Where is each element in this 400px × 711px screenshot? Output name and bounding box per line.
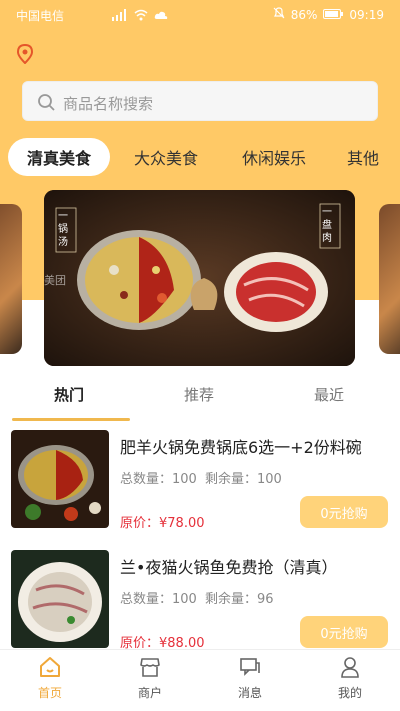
tabbar-profile[interactable]: 我的: [320, 656, 380, 701]
tabbar-messages-label: 消息: [237, 686, 262, 700]
battery-icon: [323, 8, 344, 22]
tabbar-store-label: 商户: [137, 686, 162, 700]
clock-label: 09:19: [349, 7, 384, 22]
battery-label: 86%: [290, 7, 318, 22]
banner-image[interactable]: 一锅汤 一盘肉 美团: [44, 190, 355, 366]
signal-icon: [112, 9, 128, 24]
home-icon: [20, 656, 80, 678]
bottom-tab-bar: 首页 商户 消息 我的: [0, 649, 400, 711]
cloud-icon: [154, 9, 168, 24]
product-quantity: 总数量：100 剩余量：96: [120, 588, 274, 607]
status-icons: [112, 9, 168, 24]
remain-label: 剩余量：: [204, 472, 257, 487]
search-icon: [37, 93, 55, 111]
banner-next-card[interactable]: [379, 204, 400, 354]
search-input[interactable]: 商品名称搜索: [63, 93, 153, 114]
category-nav: 清真美食 大众美食 休闲娱乐 其他: [0, 138, 400, 178]
banner-left-vertical-text: 一锅汤: [58, 211, 68, 248]
mute-icon: [273, 7, 285, 22]
active-tab-indicator: [12, 418, 130, 421]
tabbar-home-label: 首页: [37, 686, 62, 700]
total-value: 100: [172, 592, 197, 607]
banner-right-vertical-text: 一盘肉: [322, 207, 332, 244]
category-popular-food[interactable]: 大众美食: [122, 138, 210, 176]
product-thumbnail[interactable]: [11, 430, 109, 528]
content-tabs: 热门 推荐 最近: [0, 378, 400, 422]
location-pin-icon[interactable]: [16, 43, 34, 65]
product-title[interactable]: 兰•夜猫火锅鱼免费抢（清真）: [120, 554, 337, 578]
total-label: 总数量：: [120, 472, 173, 487]
grab-button[interactable]: 0元抢购: [300, 496, 388, 528]
product-title[interactable]: 肥羊火锅免费锅底6选一+2份料碗: [120, 434, 362, 458]
category-leisure[interactable]: 休闲娱乐: [226, 138, 322, 176]
category-other[interactable]: 其他: [340, 138, 386, 176]
banner-prev-card[interactable]: [0, 204, 22, 354]
category-halal-food[interactable]: 清真美食: [8, 138, 110, 176]
product-price: 原价：¥78.00: [120, 516, 205, 531]
tabbar-messages[interactable]: 消息: [220, 656, 280, 701]
user-icon: [320, 656, 380, 678]
banner-carousel[interactable]: 一锅汤 一盘肉 美团: [0, 190, 400, 368]
search-bar[interactable]: 商品名称搜索: [22, 81, 378, 121]
product-card[interactable]: 兰•夜猫火锅鱼免费抢（清真） 总数量：100 剩余量：96 原价：¥88.00 …: [0, 550, 400, 651]
total-value: 100: [172, 472, 197, 487]
status-bar: 中国电信 86% 09:19: [0, 0, 400, 30]
remain-value: 96: [257, 592, 274, 607]
status-right: 86% 09:19: [273, 7, 384, 22]
remain-label: 剩余量：: [204, 592, 257, 607]
tab-recommend[interactable]: 推荐: [184, 384, 214, 405]
tabbar-store[interactable]: 商户: [120, 656, 180, 701]
product-card[interactable]: 肥羊火锅免费锅底6选一+2份料碗 总数量：100 剩余量：100 原价：¥78.…: [0, 430, 400, 531]
tabbar-home[interactable]: 首页: [20, 656, 80, 701]
total-label: 总数量：: [120, 592, 173, 607]
message-icon: [220, 656, 280, 678]
product-thumbnail[interactable]: [11, 550, 109, 648]
tab-hot[interactable]: 热门: [54, 384, 84, 405]
remain-value: 100: [257, 472, 282, 487]
product-quantity: 总数量：100 剩余量：100: [120, 468, 282, 487]
tab-recent[interactable]: 最近: [314, 384, 344, 405]
grab-button[interactable]: 0元抢购: [300, 616, 388, 648]
store-icon: [120, 656, 180, 678]
wifi-icon: [134, 9, 148, 24]
banner-watermark: 美团: [44, 274, 66, 287]
tabbar-profile-label: 我的: [337, 686, 362, 700]
carrier-label: 中国电信: [16, 9, 65, 23]
